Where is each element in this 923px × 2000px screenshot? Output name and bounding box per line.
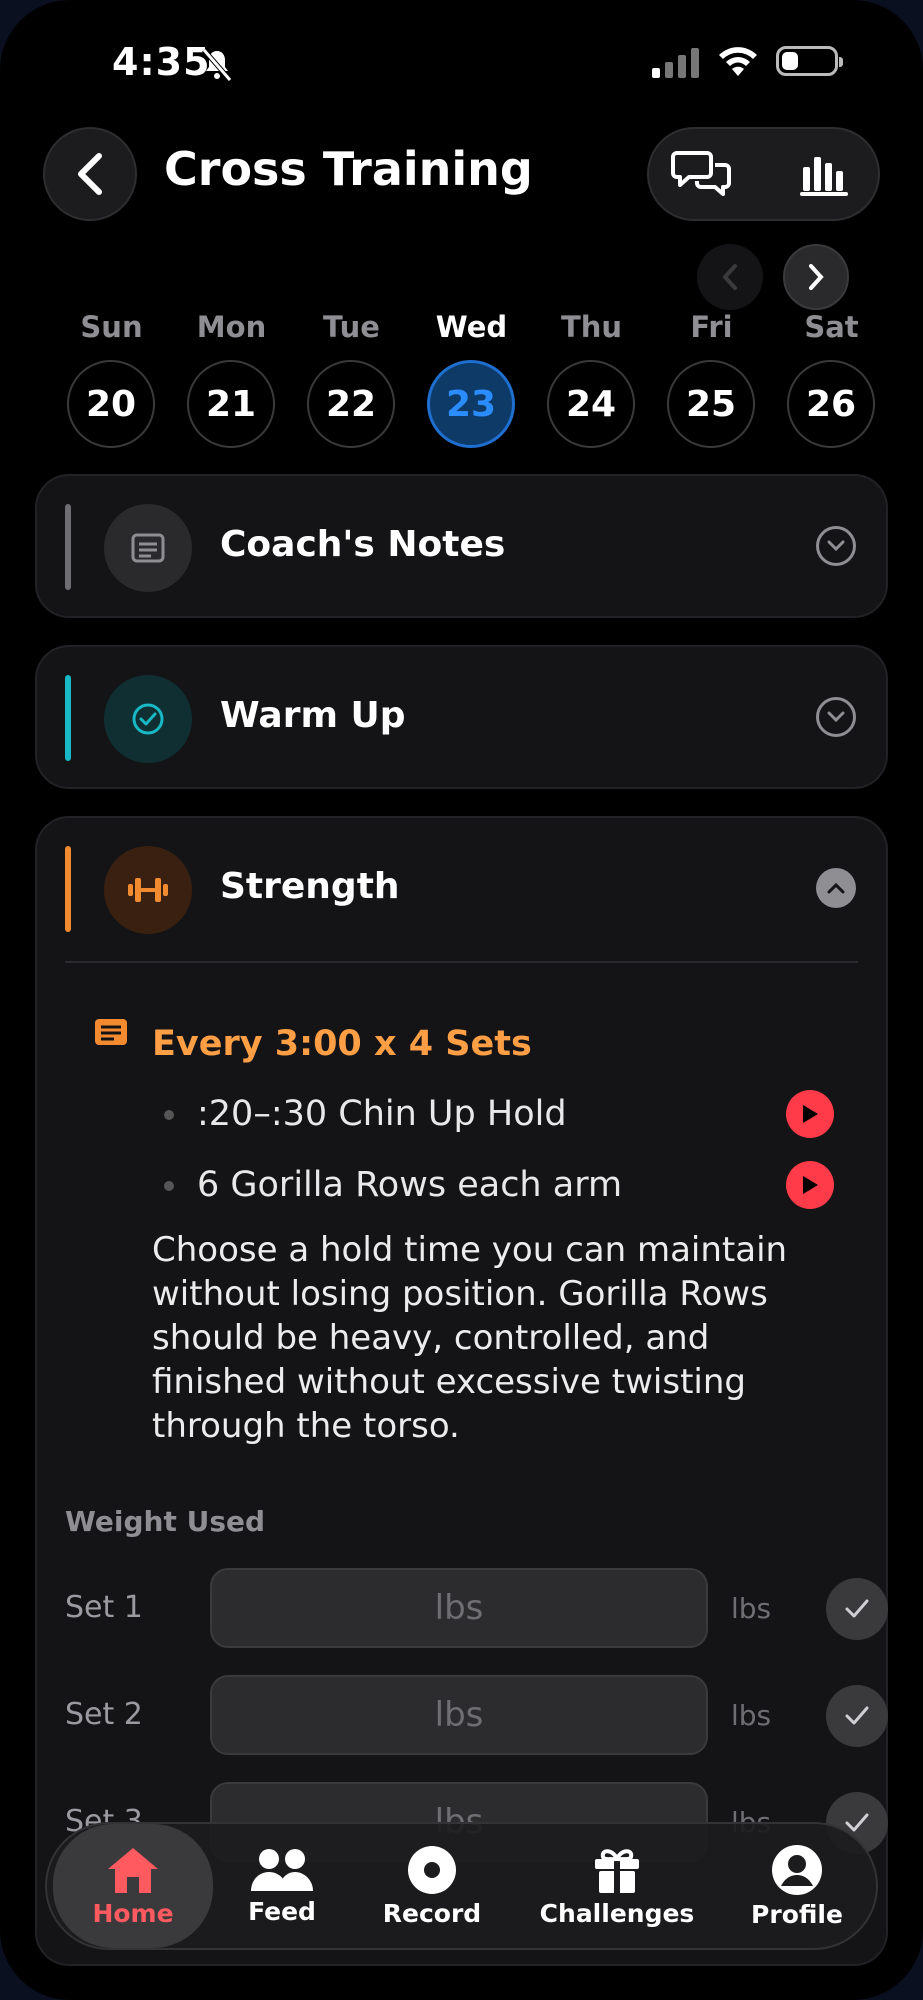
movement-item: :20–:30 Chin Up Hold <box>152 1088 842 1138</box>
bullet <box>164 1181 174 1191</box>
day-name: Fri <box>690 310 733 344</box>
play-icon <box>803 1176 818 1194</box>
day-date[interactable]: 23 <box>427 360 515 448</box>
movement-label: :20–:30 Chin Up Hold <box>197 1094 567 1134</box>
chevron-down-icon[interactable] <box>816 697 856 737</box>
tab-record[interactable]: Record <box>372 1824 492 1948</box>
page-title: Cross Training <box>164 142 533 196</box>
set-label: Set 2 <box>65 1697 143 1732</box>
people-icon <box>251 1848 313 1891</box>
record-icon <box>408 1845 456 1894</box>
header-actions <box>647 127 880 221</box>
workout-description: Choose a hold time you can maintain with… <box>152 1230 788 1446</box>
tab-label: Record <box>382 1898 482 1928</box>
section-title: Warm Up <box>220 695 406 736</box>
bottom-tab-bar: Home Feed Record Challenges Profile <box>45 1822 878 1950</box>
day-mon[interactable]: Mon 21 <box>165 310 285 450</box>
chevron-left-icon <box>722 264 737 290</box>
movement-item: 6 Gorilla Rows each arm <box>152 1159 842 1209</box>
app-screen: 4:35 Cross Training Sun 20 Mon 21 Tue 22… <box>0 0 923 2000</box>
notes-icon <box>104 504 192 592</box>
dumbbell-icon <box>104 846 192 934</box>
tab-label: Profile <box>751 1899 843 1929</box>
unit-label: lbs <box>731 1699 772 1732</box>
gift-icon <box>595 1848 639 1893</box>
day-name: Wed <box>435 310 508 344</box>
tab-home[interactable]: Home <box>53 1824 213 1948</box>
tab-label: Challenges <box>539 1898 695 1928</box>
wifi-icon <box>719 47 757 76</box>
set-row: Set 2 lbs lbs <box>65 1675 888 1757</box>
tab-profile[interactable]: Profile <box>737 1824 857 1948</box>
day-name: Sat <box>804 310 859 344</box>
checkmark-icon <box>845 1599 869 1618</box>
day-date[interactable]: 26 <box>787 360 875 448</box>
day-name: Thu <box>560 310 623 344</box>
checkmark-icon <box>845 1706 869 1725</box>
battery-icon <box>776 46 843 76</box>
bar-chart-icon[interactable] <box>799 151 849 197</box>
chevron-down-icon[interactable] <box>816 526 856 566</box>
chat-icon[interactable] <box>671 147 731 201</box>
tab-challenges[interactable]: Challenges <box>537 1824 697 1948</box>
day-date[interactable]: 25 <box>667 360 755 448</box>
day-name: Sun <box>80 310 143 344</box>
play-icon <box>803 1105 818 1123</box>
signal-icon <box>652 48 699 78</box>
set-row: Set 1 lbs lbs <box>65 1568 888 1650</box>
play-video-button[interactable] <box>786 1090 834 1138</box>
previous-week-button[interactable] <box>697 244 763 310</box>
tab-feed[interactable]: Feed <box>227 1824 337 1948</box>
movement-label: 6 Gorilla Rows each arm <box>197 1165 623 1205</box>
muted-bell-icon <box>202 48 232 82</box>
weight-input[interactable]: lbs <box>210 1568 708 1648</box>
day-wed-selected[interactable]: Wed 23 <box>405 310 525 450</box>
weight-used-label: Weight Used <box>65 1505 266 1538</box>
back-button[interactable] <box>43 127 137 221</box>
complete-set-button[interactable] <box>826 1578 888 1640</box>
day-date[interactable]: 20 <box>67 360 155 448</box>
section-accent-bar <box>65 846 71 932</box>
profile-icon <box>772 1844 822 1895</box>
day-name: Tue <box>323 310 380 344</box>
next-week-button[interactable] <box>783 244 849 310</box>
check-circle-icon <box>104 675 192 763</box>
status-time: 4:35 <box>112 40 211 84</box>
day-date[interactable]: 24 <box>547 360 635 448</box>
divider <box>65 961 858 963</box>
section-title: Coach's Notes <box>220 524 506 565</box>
home-icon <box>108 1847 158 1893</box>
day-sat[interactable]: Sat 26 <box>765 310 885 450</box>
workout-block-title: Every 3:00 x 4 Sets <box>152 1024 532 1064</box>
strength-section: Strength Every 3:00 x 4 Sets :20–:30 Chi… <box>35 816 888 1966</box>
weight-input[interactable]: lbs <box>210 1675 708 1755</box>
tab-label: Feed <box>248 1896 316 1926</box>
section-accent-bar <box>65 504 71 590</box>
day-date[interactable]: 21 <box>187 360 275 448</box>
day-name: Mon <box>196 310 267 344</box>
day-sun[interactable]: Sun 20 <box>45 310 165 450</box>
complete-set-button[interactable] <box>826 1685 888 1747</box>
play-video-button[interactable] <box>786 1161 834 1209</box>
chevron-right-icon <box>809 264 824 290</box>
week-day-selector: Sun 20 Mon 21 Tue 22 Wed 23 Thu 24 Fri 25 Sat 2… <box>45 310 885 450</box>
tab-label: Home <box>92 1898 174 1928</box>
chevron-up-icon[interactable] <box>816 868 856 908</box>
section-accent-bar <box>65 675 71 761</box>
bullet <box>164 1110 174 1120</box>
day-fri[interactable]: Fri 25 <box>645 310 765 450</box>
warm-up-section[interactable]: Warm Up <box>35 645 888 789</box>
unit-label: lbs <box>731 1592 772 1625</box>
day-tue[interactable]: Tue 22 <box>285 310 405 450</box>
coach-notes-section[interactable]: Coach's Notes <box>35 474 888 618</box>
section-title: Strength <box>220 866 400 907</box>
day-date[interactable]: 22 <box>307 360 395 448</box>
set-label: Set 1 <box>65 1590 143 1625</box>
list-icon <box>95 1019 127 1045</box>
chevron-left-icon <box>78 153 102 195</box>
day-thu[interactable]: Thu 24 <box>525 310 645 450</box>
